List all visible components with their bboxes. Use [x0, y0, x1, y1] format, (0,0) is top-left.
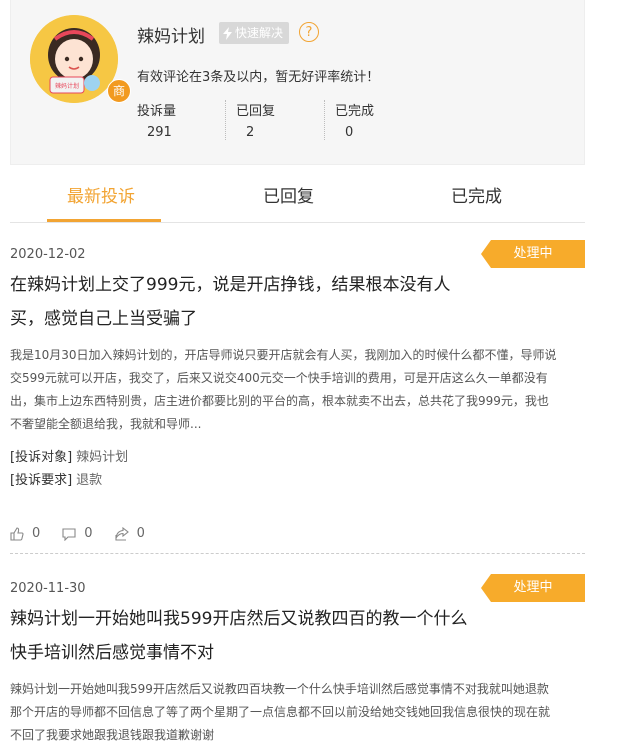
tab-latest[interactable]: 最新投诉 [67, 182, 135, 207]
complaint-target: [投诉对象] 辣妈计划 [10, 446, 128, 469]
help-icon[interactable]: ? [299, 22, 319, 42]
quick-resolve-badge: 快速解决 [219, 22, 290, 44]
complaint-date: 2020-11-30 [10, 581, 86, 596]
stat-value: 291 [147, 125, 172, 140]
evaluation-note: 有效评论在3条及以内，暂无好评率统计！ [137, 70, 380, 85]
avatar-illustration: 辣妈计划 [30, 15, 118, 103]
avatar-sign-text: 辣妈计划 [55, 82, 79, 90]
body-line: 出，集市上边东西特别贵，店主进价都要比别的平台的高，根本就卖不出去，总共花了我9… [10, 394, 549, 408]
item-divider [10, 553, 585, 554]
status-badge: 处理中 [481, 574, 585, 602]
stat-value: 2 [246, 125, 255, 140]
stat-label: 已完成 [335, 104, 375, 119]
body-line: 那个开店的导师都不回信息了等了两个星期了一点信息都不回以前没给她交钱她回我信息很… [10, 705, 551, 719]
comment-button[interactable]: 0 [62, 526, 93, 541]
stat-value: 0 [345, 125, 354, 140]
like-button[interactable]: 0 [10, 526, 40, 541]
complaint-tabs: 最新投诉 已回复 已完成 [10, 166, 585, 223]
complaint-title[interactable]: 辣妈计划一开始她叫我599开店然后又说教四百的教一个什么 快手培训然后感觉事情不… [10, 602, 490, 670]
request-value: 退款 [76, 473, 103, 488]
stat-completed: 已完成 0 [324, 100, 423, 140]
target-value[interactable]: 辣妈计划 [76, 450, 128, 465]
body-line: 不回了我要求她跟我退钱跟我道歉谢谢 [10, 728, 215, 742]
complaint-actions: 0 0 0 [10, 526, 145, 541]
complaint-title[interactable]: 在辣妈计划上交了999元，说是开店挣钱，结果根本没有人 买，感觉自己上当受骗了 [10, 268, 490, 336]
comment-count: 0 [84, 526, 93, 541]
tab-completed[interactable]: 已完成 [451, 182, 502, 207]
comment-icon [62, 527, 76, 541]
status-badge: 处理中 [481, 240, 585, 268]
request-label: [投诉要求] [10, 473, 73, 488]
lightning-icon [223, 26, 232, 40]
stat-label: 投诉量 [137, 104, 177, 119]
company-name[interactable]: 辣妈计划 [137, 22, 205, 47]
share-icon [115, 526, 129, 541]
complaint-title-line: 在辣妈计划上交了999元，说是开店挣钱，结果根本没有人 [10, 275, 451, 295]
complaint-request: [投诉要求] 退款 [10, 469, 102, 492]
like-count: 0 [32, 526, 41, 541]
stat-replied: 已回复 2 [225, 100, 324, 140]
complaint-title-line: 买，感觉自己上当受骗了 [10, 309, 197, 329]
active-tab-indicator [47, 219, 161, 222]
complaint-body: 我是10月30日加入辣妈计划的，开店导师说只要开店就会有人买，我刚加入的时候什么… [10, 344, 585, 436]
stat-label: 已回复 [236, 104, 276, 119]
company-profile-card: 辣妈计划 商 辣妈计划 快速解决 ? 有效评论在3条及以内，暂无好评率统计！ 投… [10, 0, 585, 165]
target-label: [投诉对象] [10, 450, 73, 465]
complaint-stats: 投诉量 291 已回复 2 已完成 0 [127, 100, 423, 140]
body-line: 不奢望能全额退给我，我就和导师... [10, 417, 202, 431]
tab-replied[interactable]: 已回复 [263, 182, 314, 207]
stat-complaints: 投诉量 291 [127, 100, 225, 140]
body-line: 交599元就可以开店，我交了，后来又说交400元交一个快手培训的费用，可是开店这… [10, 371, 548, 385]
body-line: 我是10月30日加入辣妈计划的，开店导师说只要开店就会有人买，我刚加入的时候什么… [10, 348, 557, 362]
body-line: 辣妈计划一开始她叫我599开店然后又说教四百块教一个什么快手培训然后感觉事情不对… [10, 682, 549, 696]
share-count: 0 [136, 526, 145, 541]
share-button[interactable]: 0 [115, 526, 145, 541]
complaint-body: 辣妈计划一开始她叫我599开店然后又说教四百块教一个什么快手培训然后感觉事情不对… [10, 678, 585, 747]
thumbs-up-icon [10, 526, 24, 541]
complaint-title-line: 快手培训然后感觉事情不对 [10, 643, 214, 663]
complaint-date: 2020-12-02 [10, 247, 86, 262]
company-avatar[interactable]: 辣妈计划 [30, 15, 118, 103]
complaint-title-line: 辣妈计划一开始她叫我599开店然后又说教四百的教一个什么 [10, 609, 468, 629]
quick-resolve-label: 快速解决 [235, 26, 284, 40]
